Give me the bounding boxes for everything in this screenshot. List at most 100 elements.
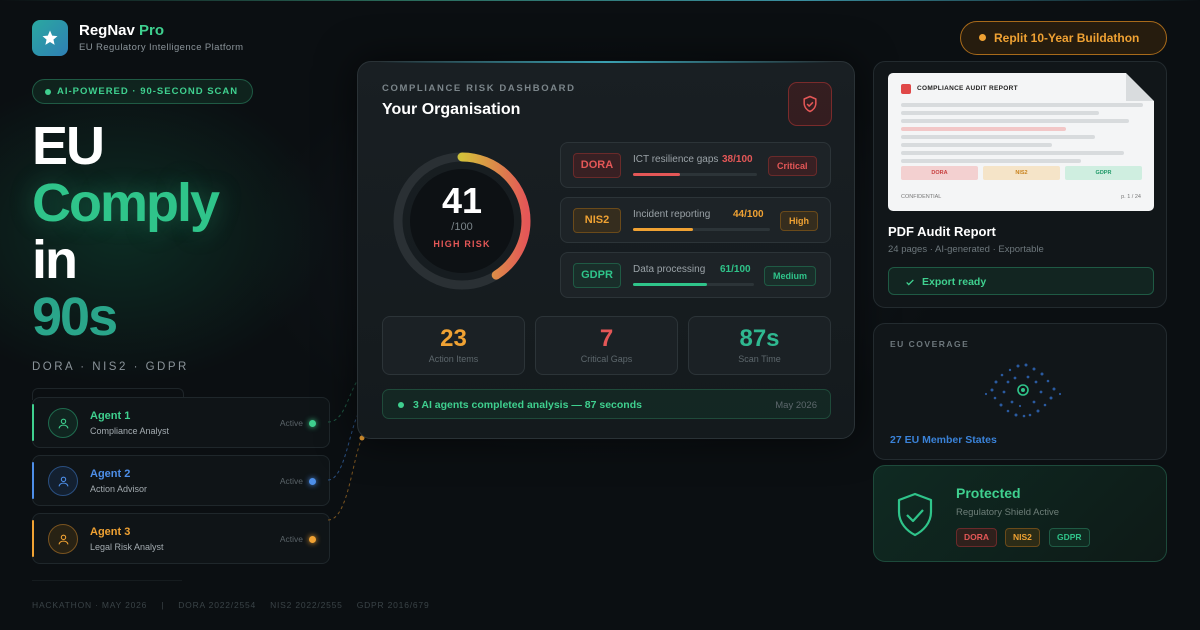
buildathon-badge[interactable]: Replit 10-Year Buildathon — [960, 21, 1167, 55]
protected-subtitle: Regulatory Shield Active — [956, 507, 1059, 518]
status-dot — [309, 420, 316, 427]
pdf-report-card: COMPLIANCE AUDIT REPORT DORA NIS2 GDPR C… — [873, 61, 1167, 308]
document-icon — [901, 84, 911, 94]
protected-chip-nis2: NIS2 — [1005, 528, 1040, 547]
stat-label: Action Items — [428, 354, 479, 364]
check-icon — [906, 279, 914, 286]
regulation-tag: DORA — [573, 153, 621, 178]
regulation-score: 44/100 — [733, 209, 764, 220]
report-meta: 24 pages · AI-generated · Exportable — [888, 244, 1044, 255]
status-dot — [309, 478, 316, 485]
risk-score: 41 — [441, 180, 483, 221]
export-ready-button[interactable]: Export ready — [888, 267, 1154, 295]
agent-card-3[interactable]: Agent 3 Legal Risk Analyst Active — [32, 513, 330, 564]
footer-separator: | — [161, 600, 165, 610]
footer-event: HACKATHON · MAY 2026 — [32, 600, 148, 610]
agent-role: Compliance Analyst — [90, 426, 170, 436]
brand-name-suffix: Pro — [139, 22, 165, 39]
coverage-label: EU COVERAGE — [890, 339, 970, 349]
regulation-desc: ICT resilience gaps — [633, 154, 719, 165]
stat-label: Scan Time — [738, 354, 781, 364]
regulation-score: 38/100 — [722, 154, 753, 165]
text-line — [901, 151, 1124, 155]
regulation-progress — [633, 283, 754, 286]
agent-accent-bar — [32, 404, 34, 441]
stat-label: Critical Gaps — [580, 354, 633, 364]
regulation-progress-fill — [633, 283, 707, 286]
protected-chip-gdpr: GDPR — [1049, 528, 1090, 547]
dashboard-accent-line — [378, 61, 834, 63]
text-line — [901, 159, 1081, 163]
agent-accent-bar — [32, 462, 34, 499]
regulation-score: 61/100 — [720, 264, 751, 275]
agent-status: Active — [279, 418, 303, 428]
stat-value: 7 — [599, 325, 614, 352]
report-title: PDF Audit Report — [888, 224, 996, 239]
agent-name: Agent 2 — [90, 468, 131, 480]
stat-critical-gaps: 7 Critical Gaps — [535, 316, 678, 375]
status-dot — [309, 536, 316, 543]
member-states: 27 EU Member States — [890, 434, 997, 446]
regulation-row-nis2[interactable]: NIS2 Incident reporting 44/100 High — [560, 197, 831, 243]
regulation-row-gdpr[interactable]: GDPR Data processing 61/100 Medium — [560, 252, 831, 298]
analysis-complete-text: 3 AI agents completed analysis — 87 seco… — [413, 399, 642, 411]
regulation-progress — [633, 173, 757, 176]
regulation-tag: NIS2 — [573, 208, 621, 233]
shield-check-icon — [803, 95, 817, 113]
hero-line-4: 90s — [32, 287, 118, 347]
regulation-tag: GDPR — [573, 263, 621, 288]
protected-status-card: Protected Regulatory Shield Active DORA … — [873, 465, 1167, 562]
footer-ref-dora: DORA 2022/2554 — [178, 600, 257, 610]
agent-role: Legal Risk Analyst — [90, 542, 164, 552]
report-chip-nis2: NIS2 — [983, 166, 1060, 180]
regulation-progress-fill — [633, 228, 694, 231]
shield-check-icon — [897, 492, 933, 537]
report-preview: COMPLIANCE AUDIT REPORT DORA NIS2 GDPR C… — [888, 73, 1154, 211]
agent-card-1[interactable]: Agent 1 Compliance Analyst Active — [32, 397, 330, 448]
highlight-line — [901, 127, 1066, 131]
page-fold — [1126, 73, 1154, 101]
regulation-desc: Data processing — [633, 264, 706, 275]
agent-status: Active — [279, 476, 303, 486]
severity-badge: High — [780, 211, 818, 231]
security-button[interactable] — [788, 82, 832, 126]
regulation-progress-fill — [633, 173, 681, 176]
protected-chip-dora: DORA — [956, 528, 998, 547]
analysis-complete-banner: 3 AI agents completed analysis — 87 seco… — [382, 389, 831, 419]
agent-accent-bar — [32, 520, 34, 557]
star-icon — [42, 30, 58, 45]
footer-ref-nis2: NIS2 2022/2555 — [270, 600, 343, 610]
stat-action-items: 23 Action Items — [382, 316, 525, 375]
user-icon — [48, 524, 78, 554]
footer: HACKATHON · MAY 2026 | DORA 2022/2554 NI… — [32, 600, 429, 610]
agent-name: Agent 1 — [90, 410, 131, 422]
frameworks-list: DORA · NIS2 · GDPR — [32, 361, 189, 373]
hero-line-3: in — [32, 230, 78, 290]
export-ready-label: Export ready — [922, 276, 987, 288]
text-line — [901, 119, 1129, 123]
report-chip-dora: DORA — [901, 166, 978, 180]
severity-badge: Medium — [764, 266, 817, 286]
agent-role: Action Advisor — [90, 484, 148, 494]
brand-tagline: EU Regulatory Intelligence Platform — [79, 42, 244, 53]
compliance-dashboard: COMPLIANCE RISK DASHBOARD Your Organisat… — [357, 61, 855, 439]
stat-value: 23 — [440, 325, 467, 352]
user-icon — [48, 408, 78, 438]
footer-ref-gdpr: GDPR 2016/679 — [356, 600, 430, 610]
regulation-desc: Incident reporting — [633, 209, 711, 220]
confidential-label: CONFIDENTIAL — [901, 194, 942, 200]
regulation-progress — [633, 228, 770, 231]
footer-divider — [32, 580, 182, 581]
protected-title: Protected — [956, 485, 1021, 501]
text-line — [901, 135, 1095, 139]
dashboard-title: Your Organisation — [382, 101, 521, 118]
user-icon — [48, 466, 78, 496]
regulation-row-dora[interactable]: DORA ICT resilience gaps 38/100 Critical — [560, 142, 831, 188]
agent-name: Agent 3 — [90, 526, 131, 538]
risk-level: HIGH RISK — [433, 239, 491, 249]
agent-card-2[interactable]: Agent 2 Action Advisor Active — [32, 455, 330, 506]
text-line — [901, 103, 1143, 107]
risk-score-denominator: /100 — [451, 221, 473, 233]
stat-scan-time: 87s Scan Time — [688, 316, 831, 375]
ai-powered-badge: AI-POWERED · 90-SECOND SCAN — [32, 79, 254, 104]
